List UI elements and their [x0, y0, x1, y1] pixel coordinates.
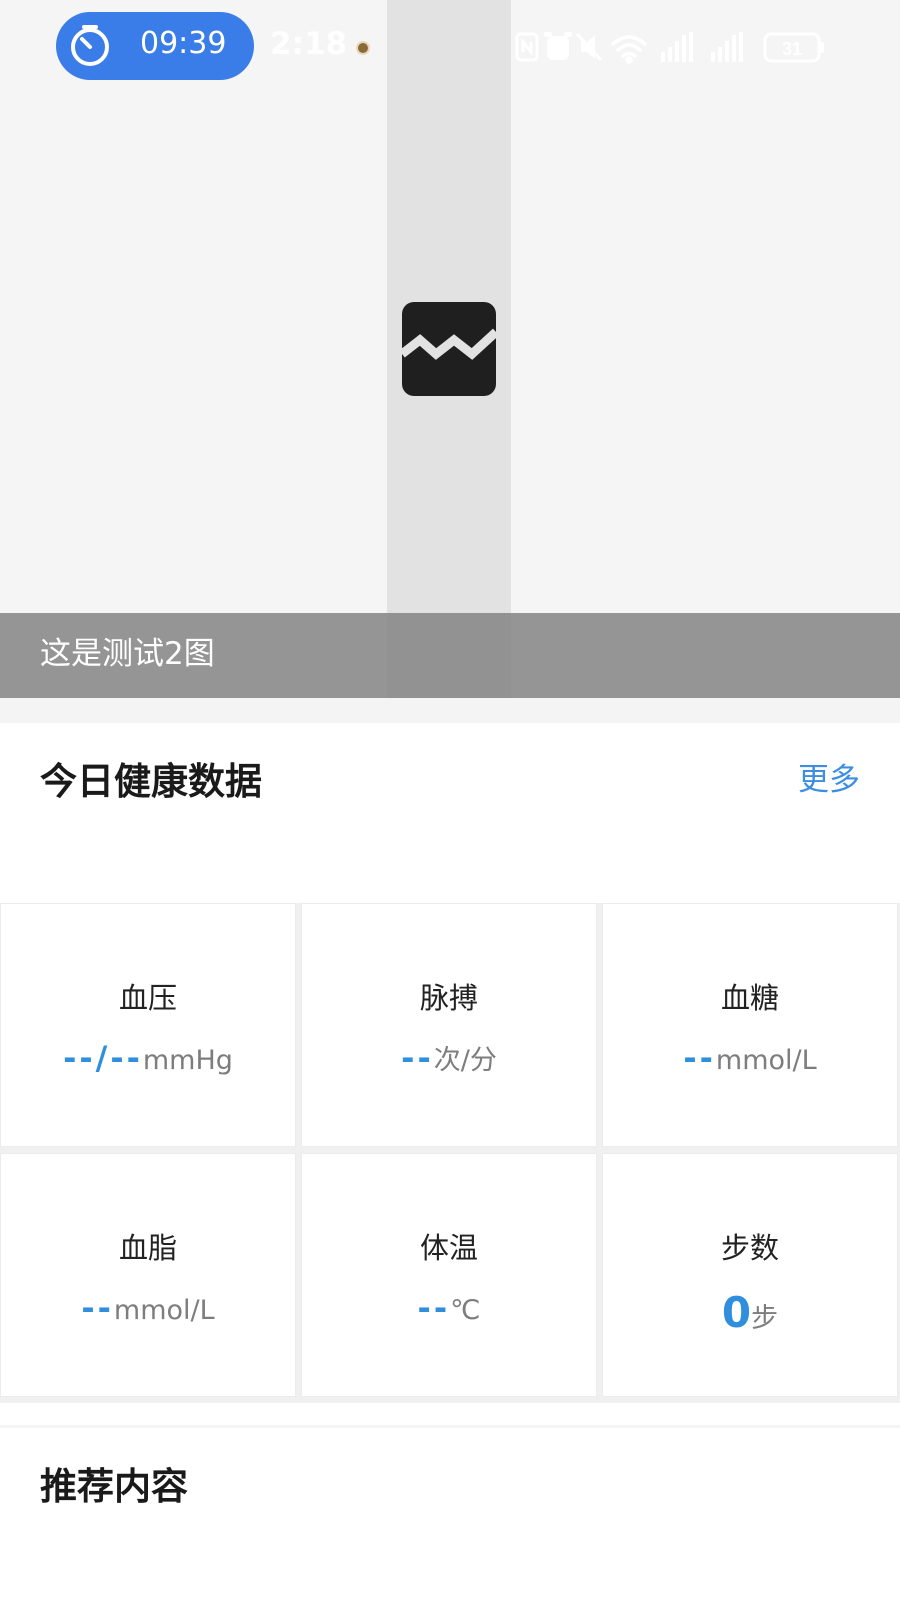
metric-value: --	[401, 1039, 434, 1077]
more-link[interactable]: 更多	[798, 765, 860, 796]
signal-icon	[661, 32, 693, 62]
metric-unit: mmol/L	[113, 1295, 215, 1326]
metric-value: 0	[721, 1288, 752, 1337]
metric-value: --	[683, 1039, 716, 1077]
health-metric-grid: 血压 --/--mmHg 脉搏 --次/分 血糖 --mmol/L 血脂 --m…	[0, 903, 900, 1403]
health-title: 今日健康数据	[40, 760, 262, 803]
metric-value: --	[81, 1289, 114, 1327]
banner-caption: 这是测试2图	[40, 636, 215, 672]
metric-unit: 步	[751, 1303, 779, 1334]
banner-caption-bar: 这是测试2图	[0, 613, 900, 698]
metric-value-row: --次/分	[302, 1042, 596, 1074]
metric-label: 体温	[419, 1231, 478, 1265]
metric-unit: 次/分	[433, 1045, 497, 1076]
nfc-icon	[515, 32, 539, 62]
health-data-card: 今日健康数据 更多 血压 --/--mmHg 脉搏 --次/分 血糖 --mmo…	[0, 723, 900, 1425]
metric-blood-sugar[interactable]: 血糖 --mmol/L	[602, 903, 898, 1147]
recommend-card: 推荐内容	[0, 1428, 900, 1600]
wifi-icon	[611, 35, 647, 64]
metric-blood-pressure[interactable]: 血压 --/--mmHg	[0, 903, 296, 1147]
metric-unit: mmol/L	[715, 1045, 817, 1076]
timer-pill[interactable]: 09:39	[56, 12, 254, 80]
camera-indicator-icon	[356, 41, 370, 55]
metric-value-row: --mmol/L	[1, 1292, 295, 1324]
battery-icon: 31	[763, 32, 824, 63]
metric-label: 血糖	[720, 981, 779, 1015]
metric-unit: mmHg	[142, 1045, 233, 1076]
recommend-title: 推荐内容	[40, 1465, 188, 1508]
mute-icon	[575, 32, 603, 62]
metric-blood-lipid[interactable]: 血脂 --mmol/L	[0, 1153, 296, 1397]
metric-label: 血压	[118, 981, 177, 1015]
metric-value-row: --mmol/L	[603, 1042, 897, 1074]
banner-carousel[interactable]: 这是测试2图	[0, 0, 900, 698]
metric-value: --/--	[63, 1039, 143, 1077]
metric-pulse[interactable]: 脉搏 --次/分	[301, 903, 597, 1147]
metric-body-temperature[interactable]: 体温 --℃	[301, 1153, 597, 1397]
broken-image-icon	[402, 302, 496, 396]
metric-value-row: 0步	[603, 1292, 897, 1334]
status-clock: 2:18	[270, 26, 348, 62]
metric-unit: ℃	[450, 1295, 481, 1326]
metric-value-row: --/--mmHg	[1, 1042, 295, 1074]
timer-icon	[71, 25, 109, 66]
metric-value-row: --℃	[302, 1292, 596, 1324]
metric-label: 脉搏	[419, 981, 478, 1015]
signal-icon	[711, 32, 743, 62]
alarm-icon	[544, 32, 572, 60]
metric-value: --	[417, 1289, 451, 1327]
timer-text: 09:39	[140, 26, 227, 61]
metric-steps[interactable]: 步数 0步	[602, 1153, 898, 1397]
battery-level: 31	[782, 39, 802, 59]
status-icons: 31	[515, 32, 824, 64]
metric-label: 步数	[720, 1231, 779, 1265]
metric-label: 血脂	[118, 1231, 177, 1265]
